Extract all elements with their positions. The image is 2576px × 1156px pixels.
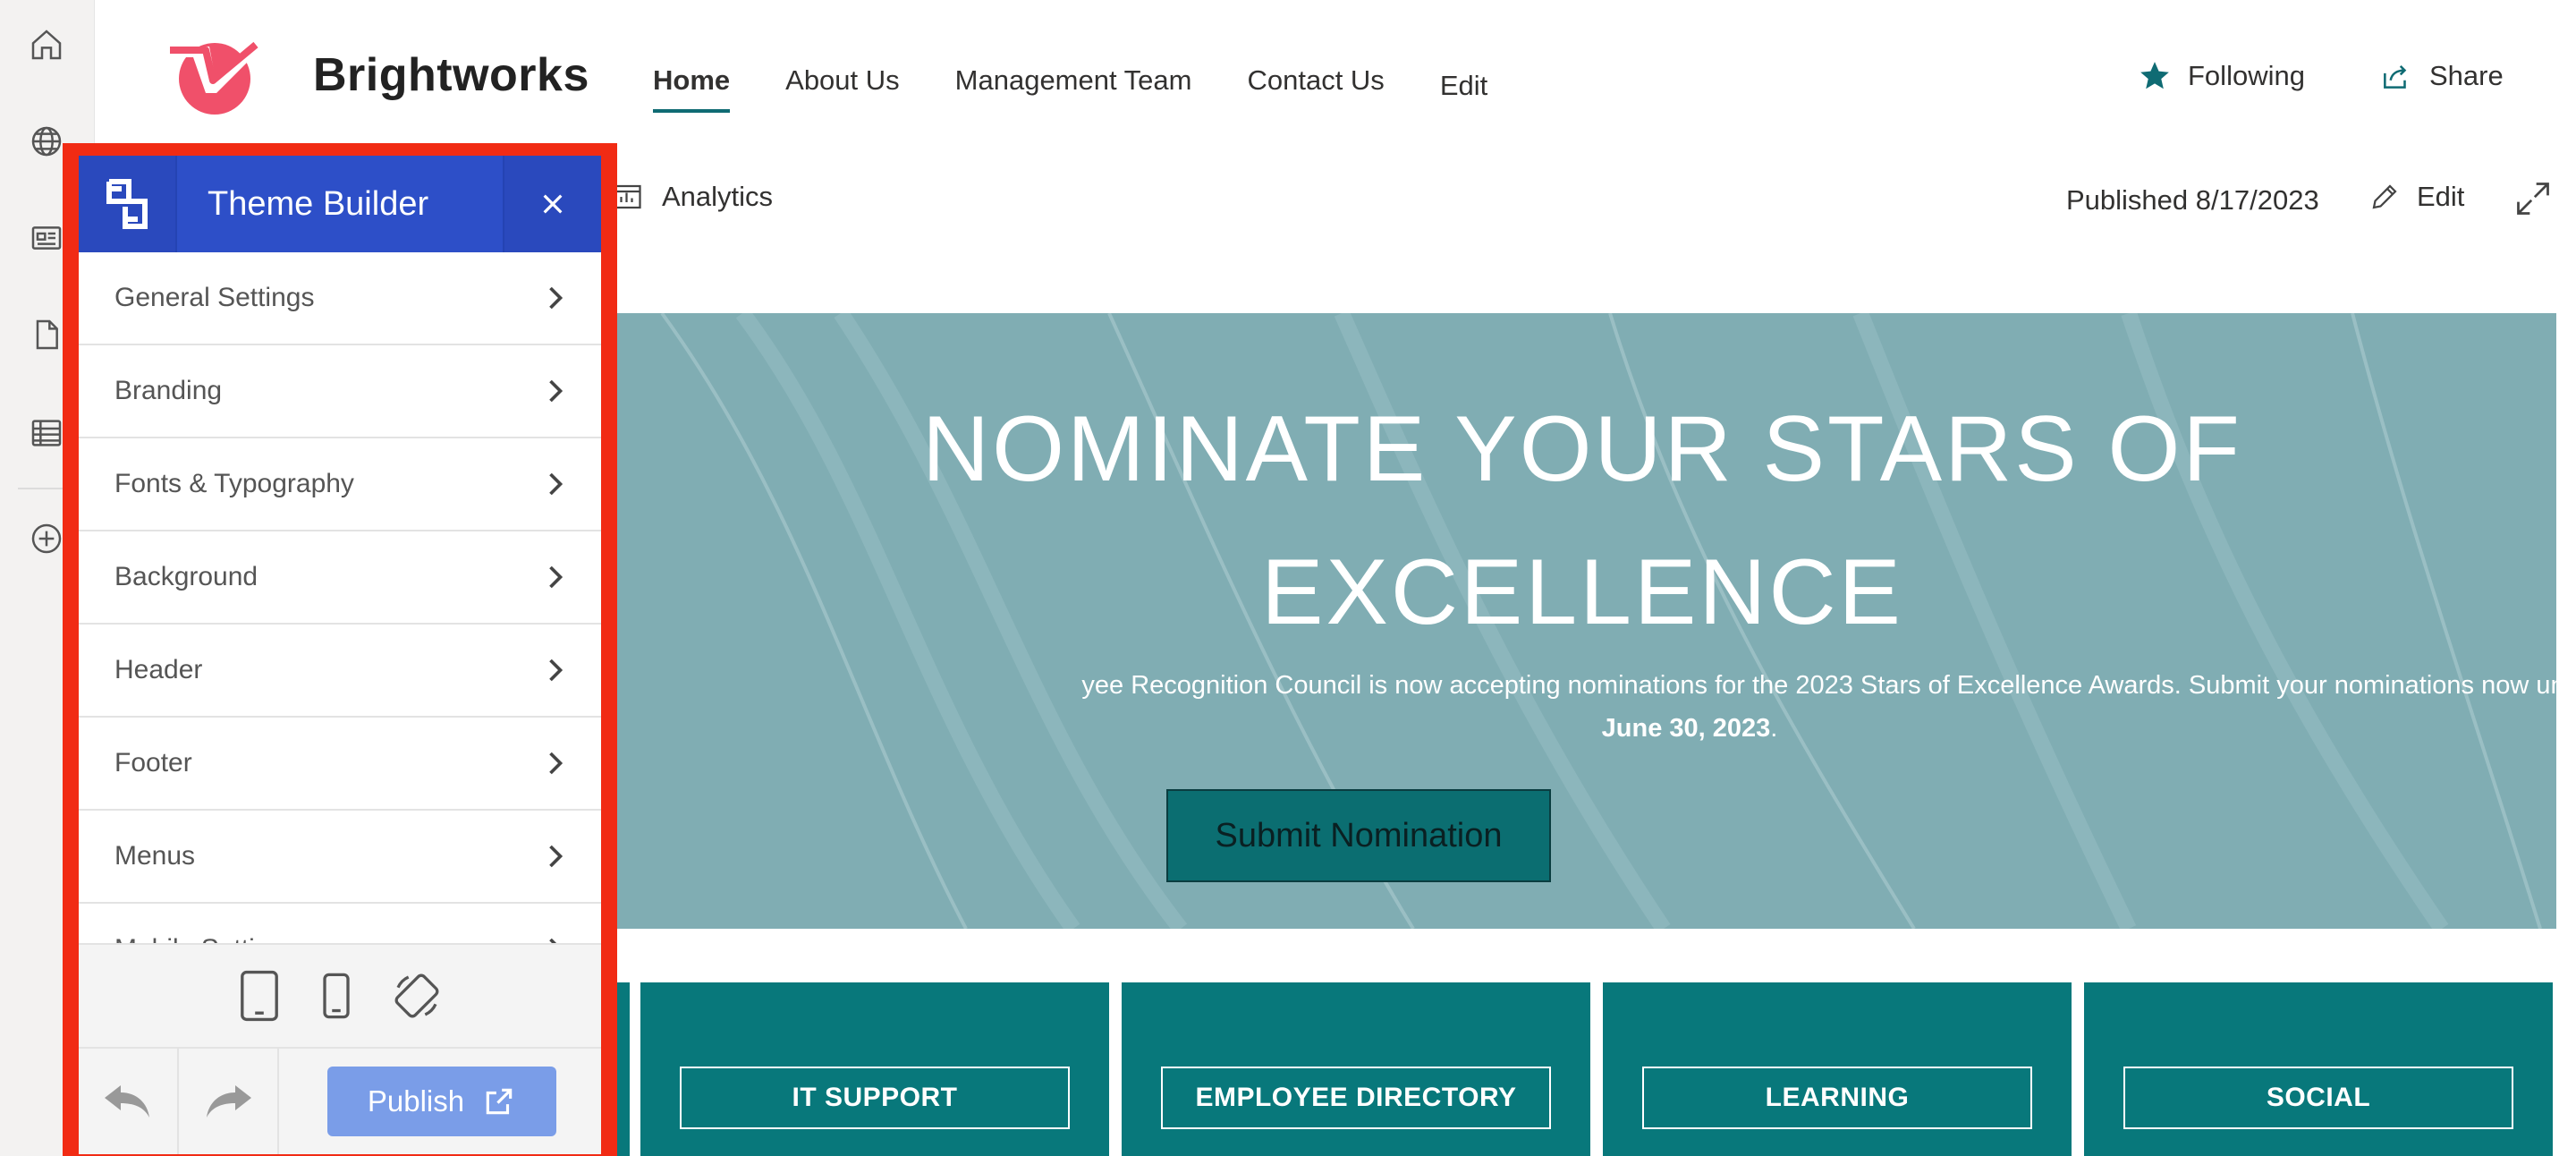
theme-builder-footer: Publish [79, 1049, 601, 1154]
share-label: Share [2429, 60, 2504, 91]
tile-learning: LEARNING [1603, 982, 2072, 1156]
publish-label: Publish [367, 1084, 465, 1118]
it-support-button[interactable]: IT SUPPORT [680, 1067, 1070, 1129]
hero-description-text: yee Recognition Council is now accepting… [1081, 671, 2556, 700]
nav-about-us[interactable]: About Us [785, 64, 900, 113]
tile-it-support: IT SUPPORT [640, 982, 1109, 1156]
following-label: Following [2188, 60, 2305, 91]
following-button[interactable]: Following [2138, 59, 2305, 93]
tb-item-branding[interactable]: Branding [79, 345, 601, 438]
expand-icon[interactable] [2513, 179, 2553, 218]
hero-deadline-suffix: . [1770, 714, 1778, 743]
hero-description: yee Recognition Council is now accepting… [608, 664, 2556, 750]
submit-nomination-button[interactable]: Submit Nomination [1166, 789, 1551, 882]
chevron-right-icon [549, 845, 564, 868]
publish-button[interactable]: Publish [327, 1067, 556, 1136]
nav-management-team[interactable]: Management Team [955, 64, 1192, 113]
tb-item-header[interactable]: Header [79, 625, 601, 718]
site-logo[interactable] [157, 30, 268, 120]
tb-item-label: Header [114, 655, 203, 684]
nav-edit[interactable]: Edit [1440, 70, 1487, 118]
external-link-icon [486, 1088, 513, 1115]
site-title[interactable]: Brightworks [313, 48, 589, 102]
nav-contact-us[interactable]: Contact Us [1247, 64, 1384, 113]
device-preview-bar [79, 943, 601, 1049]
globe-icon[interactable] [25, 120, 68, 163]
chevron-right-icon [549, 472, 564, 496]
tb-item-footer[interactable]: Footer [79, 718, 601, 811]
hero-title-line2: EXCELLENCE [1261, 540, 1903, 644]
tb-item-label: Menus [114, 841, 196, 871]
tb-item-menus[interactable]: Menus [79, 811, 601, 904]
theme-builder-panel: Theme Builder General Settings Branding … [79, 156, 601, 1154]
chevron-right-icon [549, 286, 564, 310]
analytics-label: Analytics [662, 181, 774, 212]
theme-builder-header: Theme Builder [79, 156, 601, 252]
page-icon[interactable] [25, 313, 68, 356]
tb-item-label: Background [114, 562, 258, 591]
chevron-right-icon [549, 565, 564, 589]
edit-label: Edit [2417, 181, 2465, 212]
site-nav: Home About Us Management Team Contact Us… [653, 64, 1543, 113]
learning-button[interactable]: LEARNING [1642, 1067, 2032, 1129]
news-icon[interactable] [25, 217, 68, 259]
undo-icon[interactable] [79, 1049, 179, 1154]
chevron-right-icon [549, 752, 564, 775]
analytics-button[interactable]: Analytics [612, 181, 773, 213]
theme-builder-logo-icon [79, 156, 177, 252]
social-button[interactable]: SOCIAL [2123, 1067, 2513, 1129]
star-icon [2140, 62, 2169, 89]
add-circle-icon[interactable] [25, 517, 68, 560]
redo-icon[interactable] [179, 1049, 279, 1154]
share-icon [2384, 65, 2407, 89]
hero-deadline: June 30, 2023 [1601, 714, 1771, 743]
phone-icon[interactable] [320, 973, 352, 1019]
edit-page-button[interactable]: Edit [2368, 181, 2464, 213]
hero-title-line1: NOMINATE YOUR STARS OF [922, 397, 2242, 501]
tablet-icon[interactable] [238, 970, 281, 1022]
share-button[interactable]: Share [2379, 59, 2504, 93]
tb-item-label: Footer [114, 748, 192, 778]
tb-item-label: Branding [114, 376, 223, 405]
home-icon[interactable] [25, 23, 68, 66]
hero-title: NOMINATE YOUR STARS OF EXCELLENCE [608, 378, 2556, 664]
tb-item-label: Fonts & Typography [114, 469, 354, 498]
hero-banner: NOMINATE YOUR STARS OF EXCELLENCE yee Re… [608, 313, 2556, 929]
tb-item-fonts-typography[interactable]: Fonts & Typography [79, 438, 601, 531]
chevron-right-icon [549, 379, 564, 403]
tb-item-background[interactable]: Background [79, 531, 601, 625]
rotate-icon[interactable] [392, 971, 442, 1021]
list-icon[interactable] [25, 412, 68, 455]
tb-item-label: General Settings [114, 283, 315, 312]
close-icon[interactable] [503, 156, 601, 252]
tile-social: SOCIAL [2084, 982, 2553, 1156]
tile-employee-directory: EMPLOYEE DIRECTORY [1122, 982, 1590, 1156]
theme-builder-title: Theme Builder [208, 184, 429, 223]
chevron-right-icon [549, 659, 564, 682]
employee-directory-button[interactable]: EMPLOYEE DIRECTORY [1161, 1067, 1551, 1129]
published-status: Published 8/17/2023 [2066, 184, 2319, 216]
nav-home[interactable]: Home [653, 64, 731, 113]
pencil-icon [2372, 184, 2397, 209]
tb-item-general-settings[interactable]: General Settings [79, 252, 601, 345]
